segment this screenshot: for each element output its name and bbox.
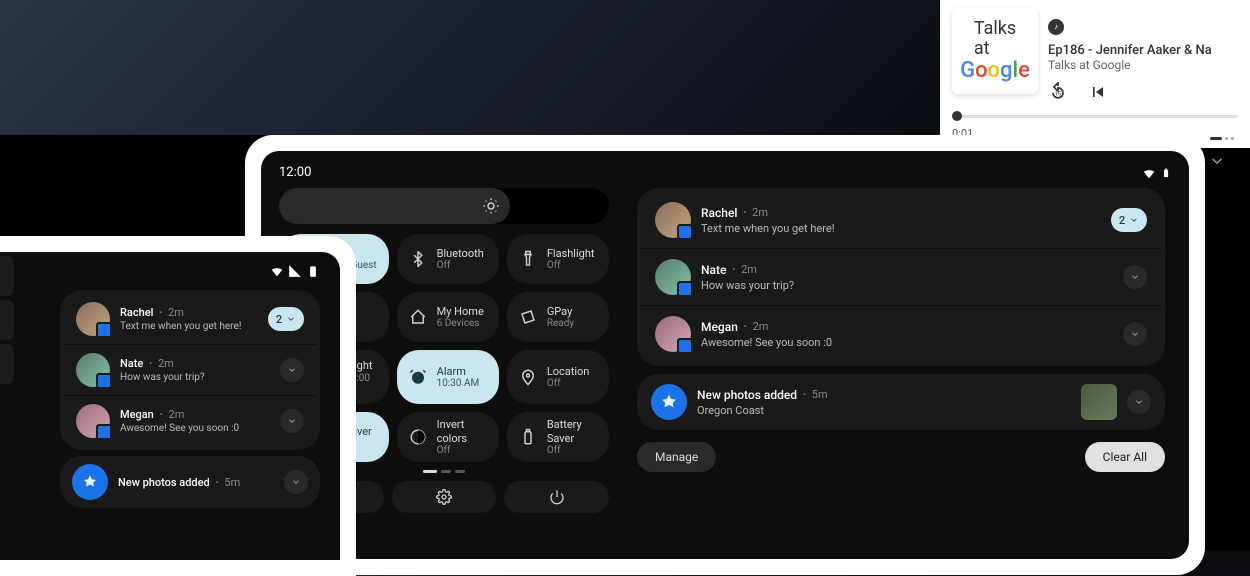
message-notification[interactable]: Rachel•2mText me when you get here!2: [64, 294, 316, 345]
brightness-icon: [482, 197, 500, 215]
photos-app-icon: [72, 464, 108, 500]
expand-count-toggle[interactable]: 2: [268, 307, 304, 331]
battery-icon: [306, 264, 320, 278]
expand-count-toggle[interactable]: 2: [1111, 208, 1147, 232]
message-notification[interactable]: Megan•2mAwesome! See you soon :0: [64, 396, 316, 446]
home-icon: [409, 308, 427, 326]
messages-badge-icon: [677, 224, 693, 240]
qs-tile-alarm[interactable]: Alarm10:30 AM: [397, 350, 499, 404]
edge-tile[interactable]: [0, 256, 14, 296]
alarm-icon: [409, 368, 427, 386]
message-notification[interactable]: Megan•2mAwesome! See you soon :0: [641, 306, 1161, 362]
wifi-icon: [270, 264, 284, 278]
battery-status-icon: [1161, 166, 1171, 180]
media-album-art: Talksat Google: [952, 8, 1038, 94]
brightness-slider[interactable]: [279, 188, 609, 224]
media-subtitle: Talks at Google: [1048, 58, 1238, 72]
left-edge-strip: [0, 256, 14, 388]
expand-toggle[interactable]: [1123, 322, 1147, 346]
power-button[interactable]: [504, 481, 609, 513]
edge-tile[interactable]: [0, 344, 14, 384]
qs-tile-home[interactable]: My Home6 Devices: [397, 292, 499, 342]
spotify-icon: ♪: [1048, 19, 1064, 35]
messages-badge-icon: [677, 281, 693, 297]
tablet-device: 12:00 Wi-FiGoogleGuestBluetoothOffFlashl…: [245, 135, 1205, 575]
notif-time: 5m: [812, 388, 828, 401]
wifi-status-icon: [1141, 166, 1157, 180]
message-notification[interactable]: Nate•2mHow was your trip?: [641, 249, 1161, 306]
qs-tile-battery[interactable]: Battery SaverOff: [507, 412, 609, 462]
message-notification[interactable]: Nate•2mHow was your trip?: [64, 345, 316, 396]
expand-toggle[interactable]: [284, 470, 308, 494]
message-notification[interactable]: Rachel•2mText me when you get here!2: [641, 192, 1161, 249]
phone-photos-notification[interactable]: New photos added • 5m: [60, 456, 320, 508]
qs-tile-invert[interactable]: Invert colorsOff: [397, 412, 499, 462]
avatar: [655, 202, 691, 238]
notification-panel: Rachel•2mText me when you get here!2Nate…: [637, 188, 1171, 538]
qs-tile-location[interactable]: LocationOff: [507, 350, 609, 404]
expand-toggle[interactable]: [1123, 265, 1147, 289]
photos-app-icon: [651, 384, 687, 420]
flashlight-icon: [519, 250, 537, 268]
media-title: Ep186 - Jennifer Aaker & Na: [1048, 43, 1238, 58]
messages-badge-icon: [677, 338, 693, 354]
signal-icon: [288, 264, 302, 278]
notif-title: New photos added: [697, 388, 797, 402]
invert-icon: [409, 428, 427, 446]
messages-badge-icon: [96, 424, 112, 440]
messages-badge-icon: [96, 373, 112, 389]
qs-tile-gpay[interactable]: GPayReady: [507, 292, 609, 342]
avatar: [76, 404, 110, 438]
photos-notification[interactable]: New photos added • 5m Oregon Coast: [637, 374, 1165, 430]
avatar: [655, 316, 691, 352]
status-bar: 12:00: [279, 165, 1171, 180]
rewind-15-icon[interactable]: 15: [1048, 82, 1068, 102]
chevron-down-icon[interactable]: [1208, 152, 1226, 174]
photo-thumbnail: [1081, 384, 1117, 420]
avatar: [76, 353, 110, 387]
svg-text:15: 15: [1055, 91, 1062, 97]
battery-icon: [519, 428, 537, 446]
clock: 12:00: [279, 165, 311, 180]
expand-toggle[interactable]: [280, 409, 304, 433]
media-player-card: Talksat Google ♪ Ep186 - Jennifer Aaker …: [940, 0, 1250, 148]
qs-tile-flashlight[interactable]: FlashlightOff: [507, 234, 609, 284]
notif-subtitle: Oregon Coast: [697, 404, 1071, 417]
edge-tile[interactable]: [0, 300, 14, 340]
media-pager: [1210, 137, 1234, 140]
bluetooth-icon: [409, 250, 427, 268]
avatar: [655, 259, 691, 295]
messages-badge-icon: [96, 322, 112, 338]
location-icon: [519, 368, 537, 386]
qs-tile-bluetooth[interactable]: BluetoothOff: [397, 234, 499, 284]
manage-button[interactable]: Manage: [637, 442, 716, 472]
settings-button[interactable]: [392, 481, 497, 513]
expand-toggle[interactable]: [280, 358, 304, 382]
gpay-icon: [519, 308, 537, 326]
phone-device: Rachel•2mText me when you get here!2Nate…: [0, 236, 356, 576]
clear-all-button[interactable]: Clear All: [1085, 442, 1165, 472]
expand-toggle[interactable]: [1127, 390, 1151, 414]
media-progress-bar[interactable]: [952, 115, 1238, 118]
phone-status-icons: [0, 264, 328, 278]
avatar: [76, 302, 110, 336]
skip-previous-icon[interactable]: [1088, 82, 1108, 102]
